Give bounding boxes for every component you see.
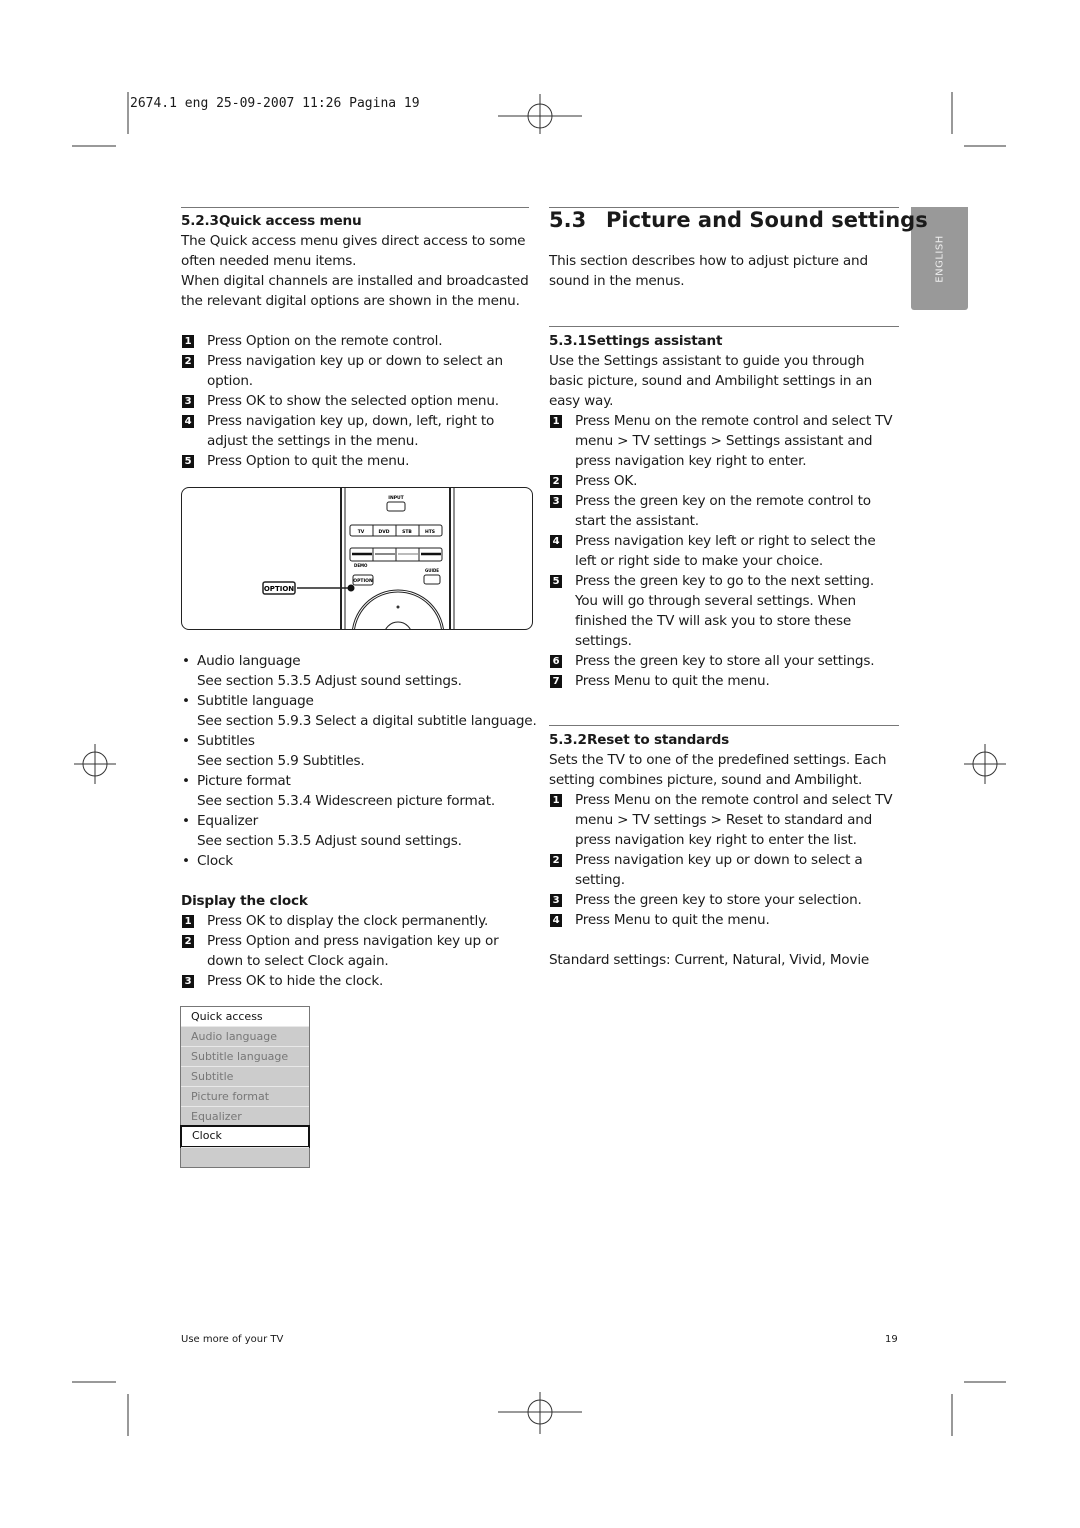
input-label: INPUT — [388, 495, 404, 501]
menu-item[interactable]: Equalizer — [181, 1106, 309, 1126]
option-item: Picture format — [181, 771, 541, 791]
language-tab-label: ENGLISH — [934, 234, 945, 283]
intro-paragraph: Use the Settings assistant to guide you … — [549, 353, 872, 409]
tv-source-label: TV — [358, 529, 365, 535]
settings-assistant-heading: 5.3.1Settings assistant — [549, 333, 723, 349]
step: 4 Press Menu to quit the menu. — [549, 910, 897, 930]
option-button-label: OPTION — [353, 578, 373, 584]
divider — [549, 326, 899, 327]
guide-label: GUIDE — [425, 568, 439, 573]
stb-source-label: STB — [402, 529, 412, 535]
step: 1 Press Menu on the remote control and se… — [549, 790, 897, 850]
step: 2 Press navigation key up or down to sele… — [549, 850, 897, 890]
section-heading: 5.3 Picture and Sound settings — [549, 208, 928, 232]
step: 3 Press the green key to store your selec… — [549, 890, 897, 910]
step: 2 Press navigation key up or down to sele… — [181, 351, 533, 391]
section-intro: This section describes how to adjust pic… — [549, 253, 868, 289]
option-item: Equalizer — [181, 811, 541, 831]
option-item: Subtitle language — [181, 691, 541, 711]
divider — [549, 725, 899, 726]
reset-section: 5.3.2Reset to standards Sets the TV to o… — [549, 730, 897, 970]
option-ref: See section 5.3.5 Adjust sound settings. — [197, 833, 462, 849]
option-item: Clock — [181, 851, 541, 871]
menu-item[interactable]: Audio language — [181, 1026, 309, 1046]
print-header: 2674.1 eng 25-09-2007 11:26 Pagina 19 — [130, 96, 420, 111]
step: 4 Press navigation key left or right to s… — [549, 531, 897, 571]
quick-access-menu: Quick access Audio language Subtitle lan… — [180, 1006, 310, 1168]
standard-settings: Standard settings: Current, Natural, Viv… — [549, 952, 870, 968]
menu-item-selected[interactable]: Clock — [180, 1125, 310, 1148]
quick-access-options: Audio language See section 5.3.5 Adjust … — [181, 651, 541, 991]
remote-illustration: INPUT TV DVD STB HTS DEMO GUIDE OPTION O… — [181, 487, 533, 630]
menu-item[interactable]: Picture format — [181, 1086, 309, 1106]
option-ref: See section 5.9 Subtitles. — [197, 753, 365, 769]
step: 4 Press navigation key up, down, left, ri… — [181, 411, 533, 451]
step: 5 Press the green key to go to the next s… — [549, 571, 897, 651]
settings-assistant-section: 5.3.1Settings assistant Use the Settings… — [549, 331, 897, 691]
demo-label: DEMO — [354, 563, 368, 568]
option-ref: See section 5.9.3 Select a digital subti… — [197, 713, 537, 729]
manual-page: 2674.1 eng 25-09-2007 11:26 Pagina 19 EN… — [0, 0, 1080, 1528]
menu-title: Quick access — [181, 1007, 309, 1026]
menu-item[interactable]: Subtitle language — [181, 1046, 309, 1066]
hts-source-label: HTS — [425, 529, 435, 535]
page-number: 19 — [885, 1334, 898, 1345]
step: 1 Press Menu on the remote control and se… — [549, 411, 897, 471]
step: 3 Press OK to hide the clock. — [181, 971, 521, 991]
step: 6 Press the green key to store all your s… — [549, 651, 897, 671]
menu-empty-row — [181, 1147, 309, 1167]
input-button — [386, 501, 406, 512]
option-ref: See section 5.3.5 Adjust sound settings. — [197, 673, 462, 689]
option-item: Subtitles — [181, 731, 541, 751]
step: 2 Press Option and press navigation key u… — [181, 931, 521, 971]
step: 3 Press the green key on the remote contr… — [549, 491, 897, 531]
intro-paragraph: The Quick access menu gives direct acces… — [181, 233, 526, 269]
intro-paragraph: When digital channels are installed and … — [181, 273, 529, 309]
divider — [181, 207, 529, 208]
option-ref: See section 5.3.4 Widescreen picture for… — [197, 793, 495, 809]
footer-title: Use more of your TV — [181, 1334, 284, 1345]
quick-access-section: 5.2.3Quick access menu The Quick access … — [181, 211, 533, 471]
option-callout: OPTION — [264, 585, 294, 593]
step: 3 Press OK to show the selected option me… — [181, 391, 533, 411]
menu-item[interactable]: Subtitle — [181, 1066, 309, 1086]
option-item: Audio language — [181, 651, 541, 671]
step: 7 Press Menu to quit the menu. — [549, 671, 897, 691]
step: 2 Press OK. — [549, 471, 897, 491]
intro-paragraph: Sets the TV to one of the predefined set… — [549, 752, 887, 788]
step: 1 Press OK to display the clock permanent… — [181, 911, 521, 931]
quick-access-heading: 5.2.3Quick access menu — [181, 213, 362, 229]
dvd-source-label: DVD — [379, 529, 390, 535]
display-clock-heading: Display the clock — [181, 893, 308, 909]
reset-heading: 5.3.2Reset to standards — [549, 732, 730, 748]
step: 5 Press Option to quit the menu. — [181, 451, 533, 471]
step: 1 Press Option on the remote control. — [181, 331, 533, 351]
